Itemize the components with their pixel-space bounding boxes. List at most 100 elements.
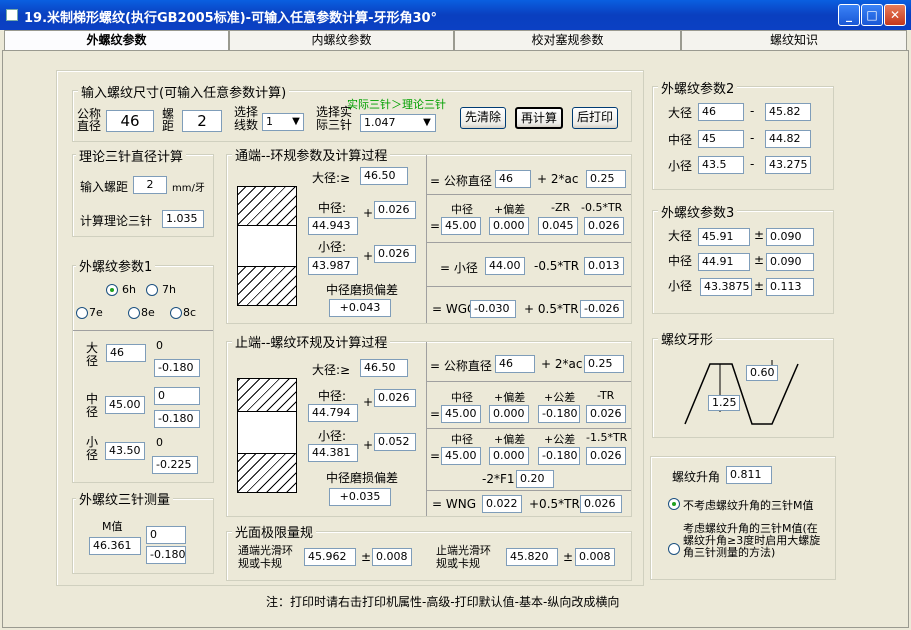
equals-sign: = [430, 449, 441, 463]
label-7h: 7h [162, 283, 176, 296]
label-6h: 6h [122, 283, 136, 296]
nogo-r3-v2: 0.000 [489, 447, 529, 465]
theory-calc-label: 计算理论三针 [80, 214, 153, 228]
ext2-major-b: 45.82 [765, 103, 811, 121]
ring-minor-section [237, 453, 297, 493]
radio-6h[interactable] [106, 284, 118, 296]
divider [73, 330, 213, 331]
thread-count-value: 1 [266, 115, 273, 128]
radio-7e[interactable] [76, 307, 88, 319]
clear-button[interactable]: 先清除 [460, 107, 506, 129]
ext3-minor-label: 小径 [668, 279, 693, 293]
pin-note: 实际三针＞理论三针 [347, 98, 446, 111]
ext3-pitch-b: 0.090 [766, 253, 814, 271]
plus-sign: + [363, 438, 374, 452]
nogo-r3-v1: 45.00 [441, 447, 481, 465]
ext2-minor-a: 43.5 [698, 156, 744, 174]
tab-external-thread[interactable]: 外螺纹参数 [4, 30, 229, 51]
m-upper: 0 [146, 526, 186, 544]
radio-8c[interactable] [170, 307, 182, 319]
nogo-r2-h2: +偏差 [494, 391, 526, 404]
label-8e: 8e [141, 306, 155, 319]
go-r1-value: 46 [495, 170, 531, 188]
nogo-minor-label: 小径: [318, 429, 347, 443]
go-r1-ac: 0.25 [586, 170, 626, 188]
ext2-minor-label: 小径 [668, 159, 693, 173]
theory-pin-title: 理论三针直径计算 [76, 146, 187, 165]
theory-pitch-input[interactable]: 2 [133, 176, 167, 194]
go-r1-label: = 公称直径 [430, 174, 492, 188]
nominal-input[interactable]: 46 [106, 110, 154, 132]
ext3-pitch-a: 44.91 [698, 253, 750, 271]
radio-8e[interactable] [128, 307, 140, 319]
m-lower: -0.180 [146, 546, 186, 564]
go-r3-label: = 小径 [440, 261, 478, 275]
ext3-minor-a: 43.3875 [700, 278, 752, 296]
divider [427, 490, 631, 491]
title-bar: 19.米制梯形螺纹(执行GB2005标准)-可输入任意参数计算-牙形角30° _… [0, 0, 911, 30]
divider [427, 381, 631, 382]
recalc-button[interactable]: 再计算 [515, 107, 563, 129]
profile-side-value: 1.25 [708, 395, 740, 411]
major-label: 大径 [86, 341, 99, 368]
radio-consider-lead-label: 考虑螺纹升角的三针M值(在螺纹升角≥3度时启用大螺旋角三针测量的方法) [683, 522, 821, 559]
nogo-r1-label: = 公称直径 [430, 359, 492, 373]
minor-lower: -0.225 [152, 456, 198, 474]
nogo-major-value: 46.50 [360, 359, 408, 377]
smooth-nogo-pm: ± [563, 550, 574, 564]
plus-sign: + [363, 206, 374, 220]
radio-consider-lead[interactable] [668, 543, 680, 555]
go-minor-label: 小径: [318, 240, 347, 254]
smooth-nogo-label: 止端光滑环规或卡规 [436, 544, 491, 570]
pitch-diameter-lower: -0.180 [154, 410, 200, 428]
minimize-button[interactable]: _ [838, 4, 860, 26]
tab-plug-gauge[interactable]: 校对塞规参数 [454, 30, 681, 50]
chevron-down-icon[interactable]: ▼ [420, 115, 434, 131]
nogo-r1-op: + 2*ac [541, 357, 583, 371]
thread-count-label: 选择线数 [234, 105, 259, 132]
minor-upper: 0 [156, 436, 163, 449]
close-button[interactable]: ✕ [884, 4, 906, 26]
maximize-button[interactable]: □ [861, 4, 883, 26]
radio-7h[interactable] [146, 284, 158, 296]
go-major-value: 46.50 [360, 167, 408, 185]
go-r3-op: -0.5*TR [534, 259, 580, 273]
ext3-major-a: 45.91 [698, 228, 750, 246]
divider [426, 155, 427, 323]
dash: - [750, 104, 755, 118]
nogo-f1-label: -2*F1 [482, 472, 515, 486]
theory-calc-value: 1.035 [162, 210, 204, 228]
pm: ± [754, 253, 765, 267]
go-major-label: 大径:≥ [312, 171, 351, 185]
divider [427, 428, 631, 429]
label-8c: 8c [183, 306, 197, 319]
thread-profile-line [684, 363, 799, 425]
theory-unit: mm/牙 [172, 183, 205, 194]
go-r2-h2: +偏差 [494, 203, 526, 216]
smooth-go-pm: ± [361, 550, 372, 564]
ring-major-section [237, 378, 297, 412]
nogo-pitch-value: 44.794 [308, 404, 358, 422]
go-r2-v4: 0.026 [584, 217, 624, 235]
nogo-ring-title: 止端--螺纹环规及计算过程 [232, 332, 391, 351]
tab-thread-knowledge[interactable]: 螺纹知识 [681, 30, 907, 50]
ext2-major-a: 46 [698, 103, 744, 121]
nogo-r4-op: +0.5*TR [529, 497, 580, 511]
go-wear-value: +0.043 [329, 299, 391, 317]
smooth-go-label: 通端光滑环规或卡规 [238, 544, 293, 570]
nogo-wear-value: +0.035 [329, 488, 391, 506]
equals-sign: = [430, 407, 441, 421]
chevron-down-icon[interactable]: ▼ [289, 114, 303, 130]
tab-internal-thread[interactable]: 内螺纹参数 [229, 30, 454, 50]
nogo-r2-h1: 中径 [451, 391, 473, 404]
nogo-r2-h3: +公差 [544, 391, 576, 404]
radio-ignore-lead[interactable] [668, 498, 680, 510]
go-r2-h1: 中径 [451, 203, 473, 216]
pm: ± [754, 228, 765, 242]
go-r4-value: -0.030 [470, 300, 516, 318]
pitch-input[interactable]: 2 [182, 110, 222, 132]
ring-major-section [237, 186, 297, 226]
plus-sign: + [363, 395, 374, 409]
label-7e: 7e [89, 306, 103, 319]
print-button[interactable]: 后打印 [572, 107, 618, 129]
